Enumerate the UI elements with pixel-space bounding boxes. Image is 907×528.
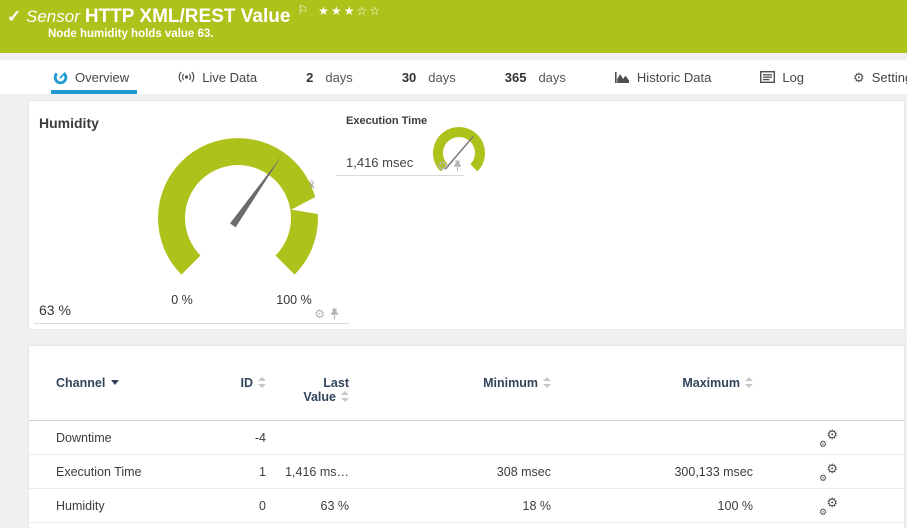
- sort-icon: [258, 377, 266, 388]
- sort-icon: [543, 377, 551, 388]
- column-label: Last: [323, 376, 349, 390]
- tab-number: 2: [306, 70, 313, 85]
- widget-settings-icon[interactable]: ⚙: [437, 160, 448, 172]
- channel-last-value: 1,416 ms…: [266, 465, 349, 479]
- priority-stars[interactable]: ★★★☆☆: [318, 4, 382, 18]
- tab-unit: days: [538, 70, 565, 85]
- tab-365-days[interactable]: 365 days: [505, 60, 566, 94]
- tab-unit: days: [428, 70, 455, 85]
- column-label: Value: [303, 390, 336, 404]
- area-chart-icon: [615, 71, 630, 84]
- tab-label: Settings: [872, 70, 907, 85]
- tab-label: Live Data: [202, 70, 257, 85]
- column-header-minimum[interactable]: Minimum: [349, 376, 551, 390]
- channel-name[interactable]: Execution Time: [29, 465, 236, 479]
- gauge-current-value: 1,416 msec: [346, 155, 413, 170]
- tab-settings[interactable]: ⚙ Settings: [853, 60, 907, 94]
- gauge-title: Humidity: [39, 115, 99, 131]
- sensor-type-label: Sensor: [26, 7, 80, 26]
- sort-icon: [341, 391, 349, 402]
- tab-overview[interactable]: Overview: [53, 60, 129, 94]
- sensor-status-message: Node humidity holds value 63.: [48, 28, 214, 40]
- humidity-gauge: [151, 109, 331, 287]
- channel-settings-icon[interactable]: ⚙⚙: [820, 498, 838, 514]
- gear-icon: ⚙: [853, 71, 865, 84]
- column-header-last-value[interactable]: Last Value: [266, 376, 349, 404]
- table-row-execution-time: Execution Time 1 1,416 ms… 308 msec 300,…: [29, 455, 904, 489]
- channels-table-panel: Channel ID Last Value Minimum Maximum Do…: [28, 345, 905, 528]
- channel-settings-icon[interactable]: ⚙⚙: [820, 464, 838, 480]
- tab-log[interactable]: Log: [760, 60, 804, 94]
- tab-2-days[interactable]: 2 days: [306, 60, 353, 94]
- log-icon: [760, 71, 775, 83]
- column-header-id[interactable]: ID: [236, 376, 266, 390]
- channel-id: 0: [236, 499, 266, 513]
- pin-icon[interactable]: [330, 308, 339, 320]
- channel-last-value: 63 %: [266, 499, 349, 513]
- column-label: Maximum: [682, 376, 740, 390]
- column-header-channel[interactable]: Channel: [29, 376, 236, 390]
- humidity-gauge-widget[interactable]: Humidity x̄ 0 % 100 % 63 % ⚙: [34, 109, 349, 324]
- execution-time-gauge-widget[interactable]: Execution Time 1,416 msec ⚙: [336, 109, 464, 176]
- table-row-downtime: Downtime -4 ⚙⚙: [29, 421, 904, 455]
- gauge-title: Execution Time: [346, 115, 427, 127]
- channel-id: 1: [236, 465, 266, 479]
- channel-maximum: 300,133 msec: [551, 465, 753, 479]
- pin-icon[interactable]: [453, 160, 462, 172]
- channel-minimum: 18 %: [349, 499, 551, 513]
- gauge-max-label: 100 %: [266, 293, 322, 307]
- column-label: ID: [241, 376, 254, 390]
- sort-icon: [745, 377, 753, 388]
- live-data-icon: [178, 70, 195, 84]
- channel-maximum: 100 %: [551, 499, 753, 513]
- gauge-current-value: 63 %: [39, 302, 71, 318]
- execution-time-gauge: [431, 125, 487, 183]
- column-label: Minimum: [483, 376, 538, 390]
- sensor-header: ✓ Sensor HTTP XML/REST Value ⚐ ★★★☆☆ Node h…: [0, 0, 907, 53]
- column-label: Channel: [56, 376, 105, 390]
- sort-desc-icon: [111, 380, 119, 385]
- channel-id: -4: [236, 431, 266, 445]
- status-ok-icon: ✓: [7, 7, 21, 27]
- table-row-humidity: Humidity 0 63 % 18 % 100 % ⚙⚙: [29, 489, 904, 523]
- prtg-sensor-page: ✓ Sensor HTTP XML/REST Value ⚐ ★★★☆☆ Node h…: [0, 0, 907, 528]
- overview-gauges-panel: Humidity x̄ 0 % 100 % 63 % ⚙ Execution T…: [28, 100, 905, 330]
- gauge-icon: [53, 70, 68, 85]
- channel-settings-icon[interactable]: ⚙⚙: [820, 430, 838, 446]
- table-header-row: Channel ID Last Value Minimum Maximum: [29, 376, 904, 421]
- tab-label: Historic Data: [637, 70, 711, 85]
- tab-30-days[interactable]: 30 days: [402, 60, 456, 94]
- tab-bar: Overview Live Data 2 days 30 days 365 da…: [0, 60, 907, 94]
- widget-settings-icon[interactable]: ⚙: [314, 308, 325, 320]
- average-marker-label: x̄: [309, 179, 315, 191]
- channel-name[interactable]: Humidity: [29, 499, 236, 513]
- tab-label: Log: [782, 70, 804, 85]
- tab-live-data[interactable]: Live Data: [178, 60, 257, 94]
- tab-label: Overview: [75, 70, 129, 85]
- channel-name[interactable]: Downtime: [29, 431, 236, 445]
- tab-unit: days: [325, 70, 352, 85]
- column-header-maximum[interactable]: Maximum: [551, 376, 753, 390]
- tab-historic-data[interactable]: Historic Data: [615, 60, 711, 94]
- sensor-title: HTTP XML/REST Value: [85, 6, 291, 27]
- gauge-min-label: 0 %: [162, 293, 202, 307]
- tab-number: 30: [402, 70, 416, 85]
- tab-number: 365: [505, 70, 527, 85]
- channel-minimum: 308 msec: [349, 465, 551, 479]
- flag-icon[interactable]: ⚐: [297, 3, 308, 17]
